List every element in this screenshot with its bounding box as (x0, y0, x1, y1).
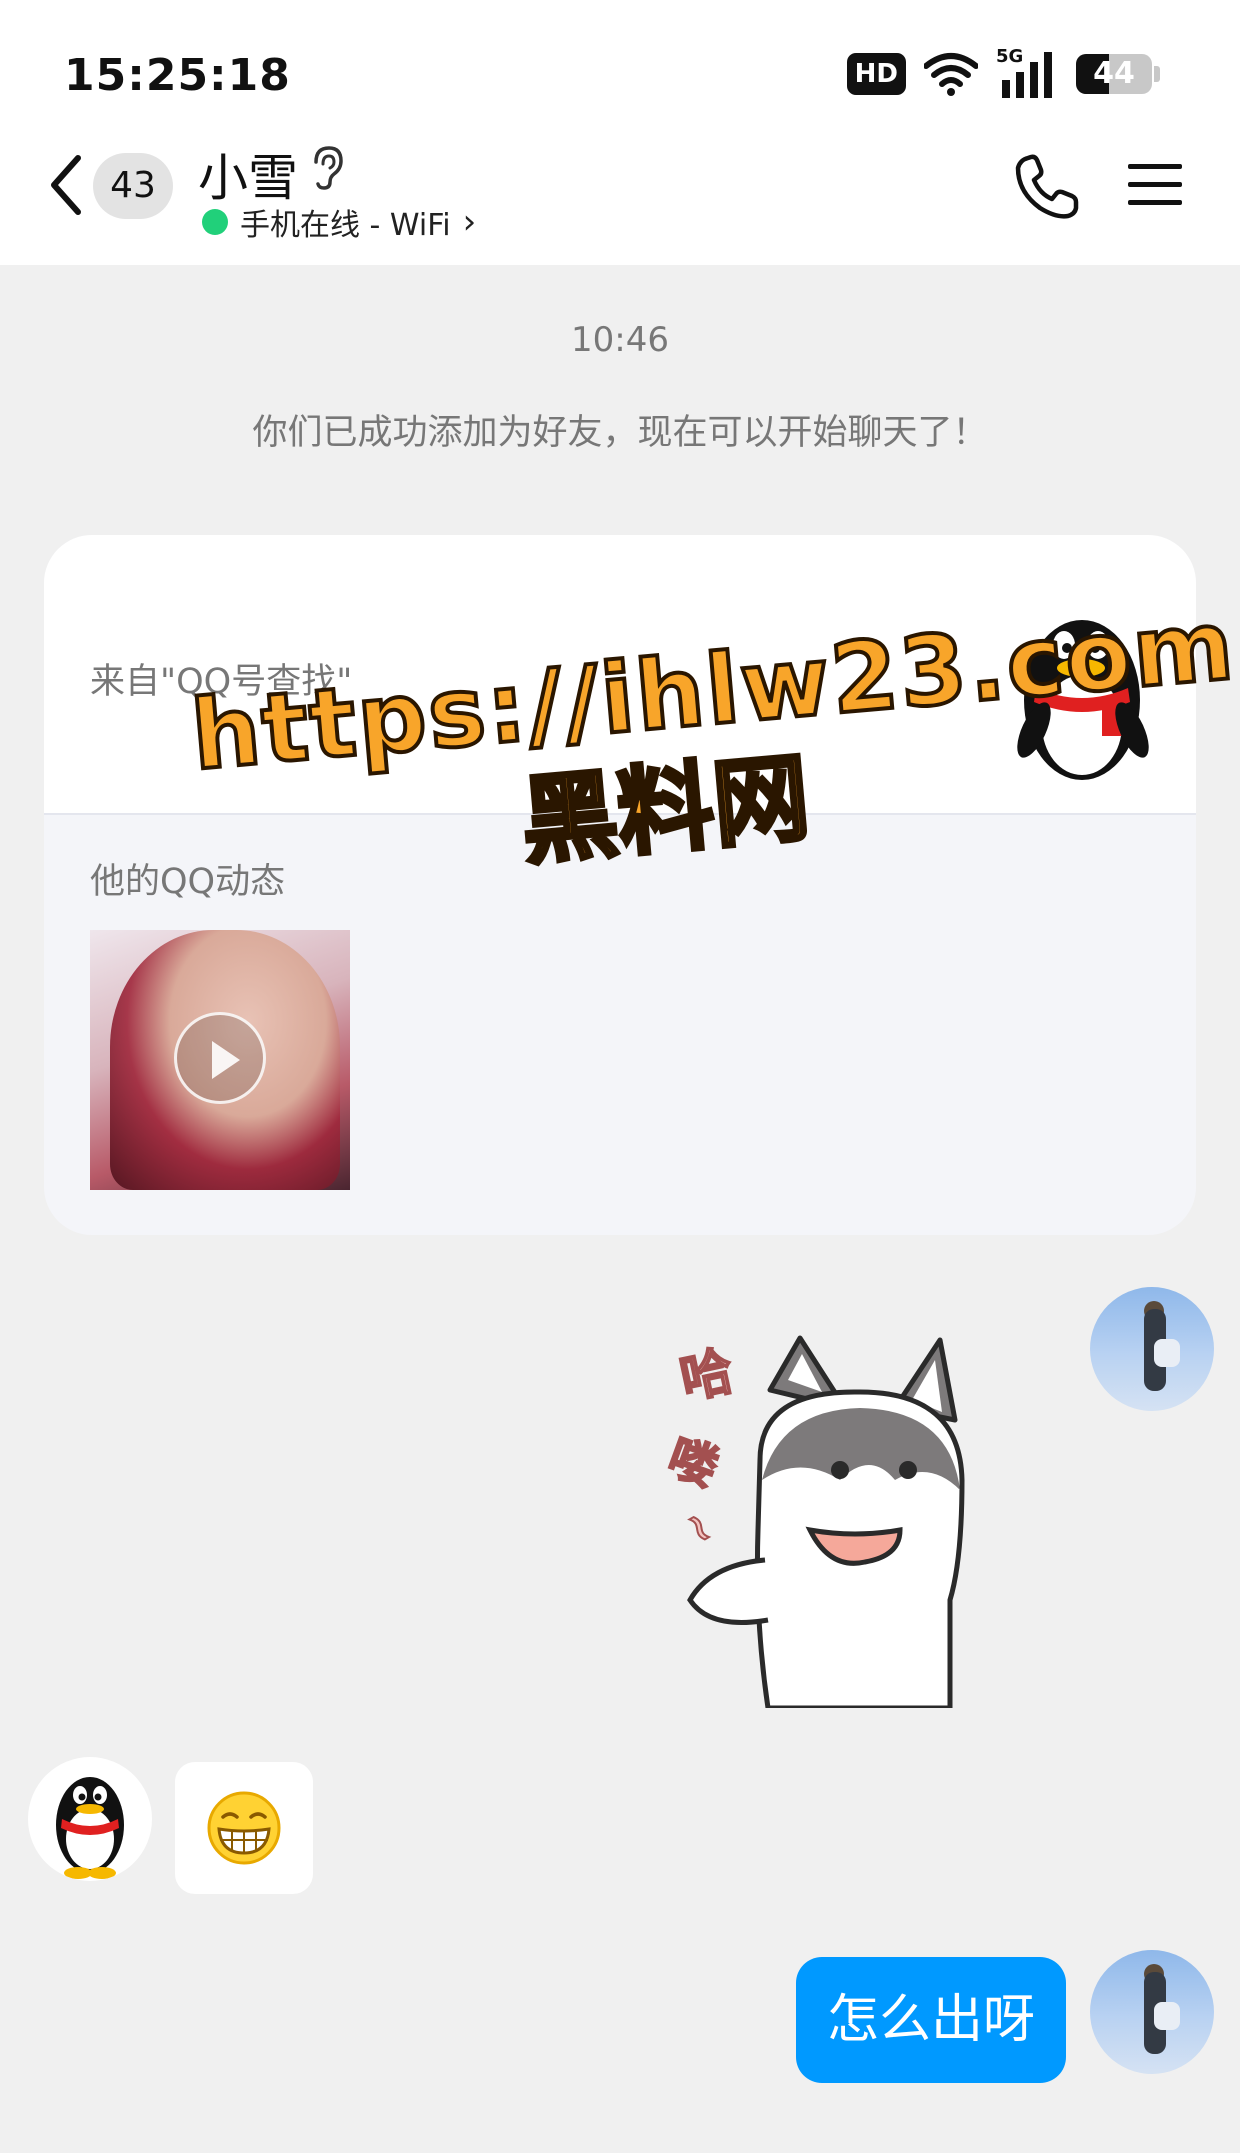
avatar-figure-second (1154, 1339, 1180, 1367)
card-source-text: 来自"QQ号查找" (90, 662, 353, 702)
battery-level: 44 (1093, 56, 1135, 91)
unread-count-badge[interactable]: 43 (93, 153, 173, 219)
my-avatar[interactable] (1090, 1950, 1214, 2074)
battery-cap (1154, 66, 1160, 82)
emoji-message-bubble[interactable] (175, 1762, 313, 1894)
chat-header: 15:25:18 HD 5G 44 43 小雪 手机在线 - WiFi › (0, 0, 1240, 265)
sticker-text-line-3: ~ (671, 1502, 728, 1554)
presence-text: 手机在线 - WiFi (240, 208, 451, 243)
battery-icon: 44 (1076, 54, 1152, 94)
friend-source-card[interactable]: 来自"QQ号查找" 他的QQ动态 (44, 535, 1196, 1235)
friend-avatar[interactable] (28, 1757, 152, 1881)
hd-badge: HD (846, 53, 906, 95)
online-dot (202, 209, 228, 235)
card-video-label: 他的QQ动态 (90, 862, 286, 902)
status-icons: HD 5G 44 (846, 46, 1160, 100)
sticker-text-line-2: 喽 (661, 1429, 725, 1498)
back-chevron-icon[interactable] (42, 150, 92, 220)
husky-hello-sticker[interactable]: 哈 喽 ~ (650, 1330, 1020, 1708)
phone-icon[interactable] (1012, 152, 1082, 222)
presence-status[interactable]: 手机在线 - WiFi › (202, 200, 476, 244)
grinning-face-emoji (207, 1791, 281, 1865)
sticker-text: 哈 喽 ~ (660, 1340, 740, 1555)
system-message: 你们已成功添加为好友，现在可以开始聊天了！ (252, 413, 988, 453)
avatar-figure-second (1154, 2002, 1180, 2030)
chevron-right-icon: › (462, 202, 477, 242)
video-thumbnail[interactable] (90, 930, 350, 1190)
qq-penguin-avatar-icon (56, 1777, 124, 1879)
ear-icon[interactable] (308, 144, 348, 192)
status-time: 15:25:18 (64, 50, 291, 101)
my-avatar[interactable] (1090, 1287, 1214, 1411)
wifi-icon (924, 53, 978, 96)
card-header: 来自"QQ号查找" (44, 535, 1196, 815)
menu-icon[interactable] (1128, 160, 1182, 210)
message-timestamp: 10:46 (571, 320, 669, 360)
cellular-signal-icon: 5G (996, 46, 1058, 98)
play-icon[interactable] (174, 1012, 266, 1104)
sticker-text-line-1: 哈 (675, 1341, 738, 1411)
qq-penguin-icon (1017, 620, 1149, 780)
my-text-message[interactable]: 怎么出呀 (796, 1957, 1066, 2083)
